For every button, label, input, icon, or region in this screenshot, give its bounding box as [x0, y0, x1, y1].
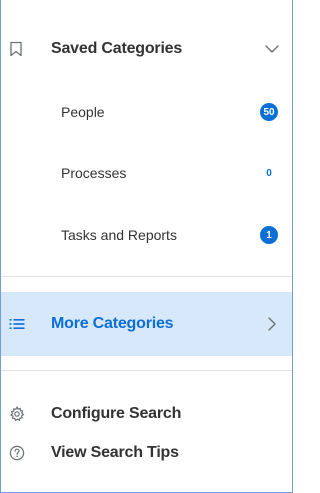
more-categories-row[interactable]: More Categories — [1, 292, 292, 356]
chevron-down-icon[interactable] — [264, 41, 280, 57]
divider — [1, 370, 292, 371]
count-badge: 1 — [260, 226, 278, 244]
configure-search-title: Configure Search — [51, 405, 182, 422]
view-search-tips-row[interactable]: View Search Tips — [1, 428, 292, 478]
list-icon — [9, 319, 25, 329]
saved-categories-header[interactable]: Saved Categories — [1, 24, 292, 74]
count-badge: 50 — [260, 103, 278, 121]
category-label: Processes — [61, 165, 127, 181]
help-icon-cell — [1, 428, 51, 478]
bookmark-icon-cell — [1, 24, 51, 74]
more-categories-title: More Categories — [51, 315, 174, 332]
saved-categories-title: Saved Categories — [51, 40, 183, 57]
bookmark-icon — [10, 41, 22, 57]
list-icon-cell — [1, 292, 51, 356]
category-label: People — [61, 104, 105, 120]
divider — [1, 276, 292, 277]
category-label: Tasks and Reports — [61, 227, 177, 243]
view-search-tips-title: View Search Tips — [51, 444, 179, 461]
chevron-right-icon[interactable] — [264, 316, 280, 332]
gear-icon — [10, 406, 25, 422]
count-badge: 0 — [266, 167, 272, 179]
category-item-processes[interactable]: Processes 0 — [1, 153, 292, 193]
search-categories-panel: Saved Categories People 50 Processes 0 T… — [0, 0, 293, 493]
category-item-tasks-and-reports[interactable]: Tasks and Reports 1 — [1, 215, 292, 255]
help-circle-icon — [9, 445, 25, 461]
category-item-people[interactable]: People 50 — [1, 92, 292, 132]
